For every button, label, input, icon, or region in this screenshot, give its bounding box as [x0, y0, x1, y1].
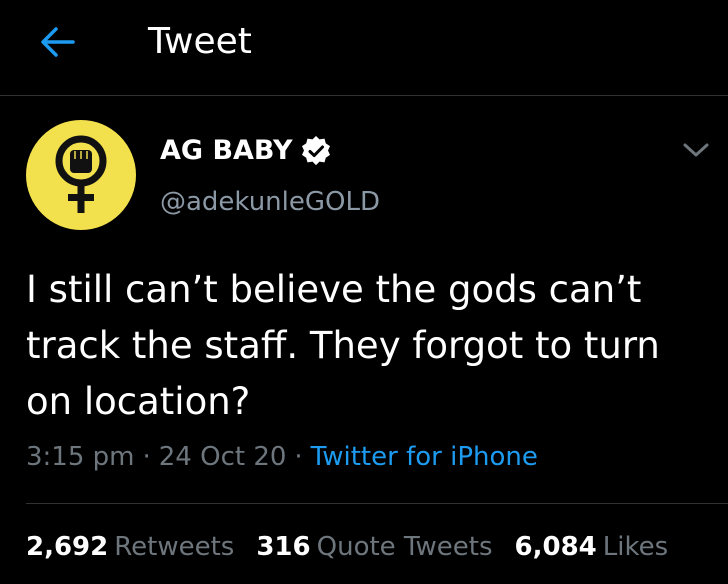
back-button[interactable] — [36, 22, 80, 62]
meta-separator: · — [142, 442, 151, 472]
likes-label: Likes — [602, 532, 669, 562]
top-bar: Tweet — [0, 0, 728, 96]
tweet-time: 3:15 pm — [26, 442, 135, 472]
retweets-label: Retweets — [114, 532, 235, 562]
meta-separator: · — [294, 442, 303, 472]
retweets-count: 2,692 — [26, 532, 109, 562]
tweet-date: 24 Oct 20 — [158, 442, 287, 472]
likes-stat[interactable]: 6,084 Likes — [515, 530, 669, 564]
tweet-source-link[interactable]: Twitter for iPhone — [311, 442, 538, 472]
author-name: AG BABY — [160, 135, 293, 166]
likes-count: 6,084 — [514, 532, 597, 562]
arrow-left-icon — [41, 27, 75, 57]
page-title: Tweet — [148, 21, 252, 62]
author-name-link[interactable]: AG BABY — [160, 134, 331, 168]
more-options-button[interactable] — [680, 138, 712, 162]
divider — [26, 503, 728, 504]
engagement-stats: 2,692 Retweets 316 Quote Tweets 6,084 Likes — [26, 530, 690, 564]
chevron-down-icon — [683, 143, 709, 157]
avatar[interactable] — [26, 120, 136, 230]
quote-tweets-stat[interactable]: 316 Quote Tweets — [256, 530, 492, 564]
tweet-text: I still can’t believe the gods can’t tra… — [26, 268, 660, 423]
verified-badge-icon — [301, 136, 331, 166]
female-fist-symbol-icon — [55, 135, 107, 213]
retweets-stat[interactable]: 2,692 Retweets — [26, 530, 234, 564]
tweet-meta: 3:15 pm · 24 Oct 20 · Twitter for iPhone — [26, 440, 538, 474]
quote-tweets-count: 316 — [256, 532, 311, 562]
quote-tweets-label: Quote Tweets — [316, 532, 493, 562]
author-handle[interactable]: @adekunleGOLD — [160, 185, 380, 219]
